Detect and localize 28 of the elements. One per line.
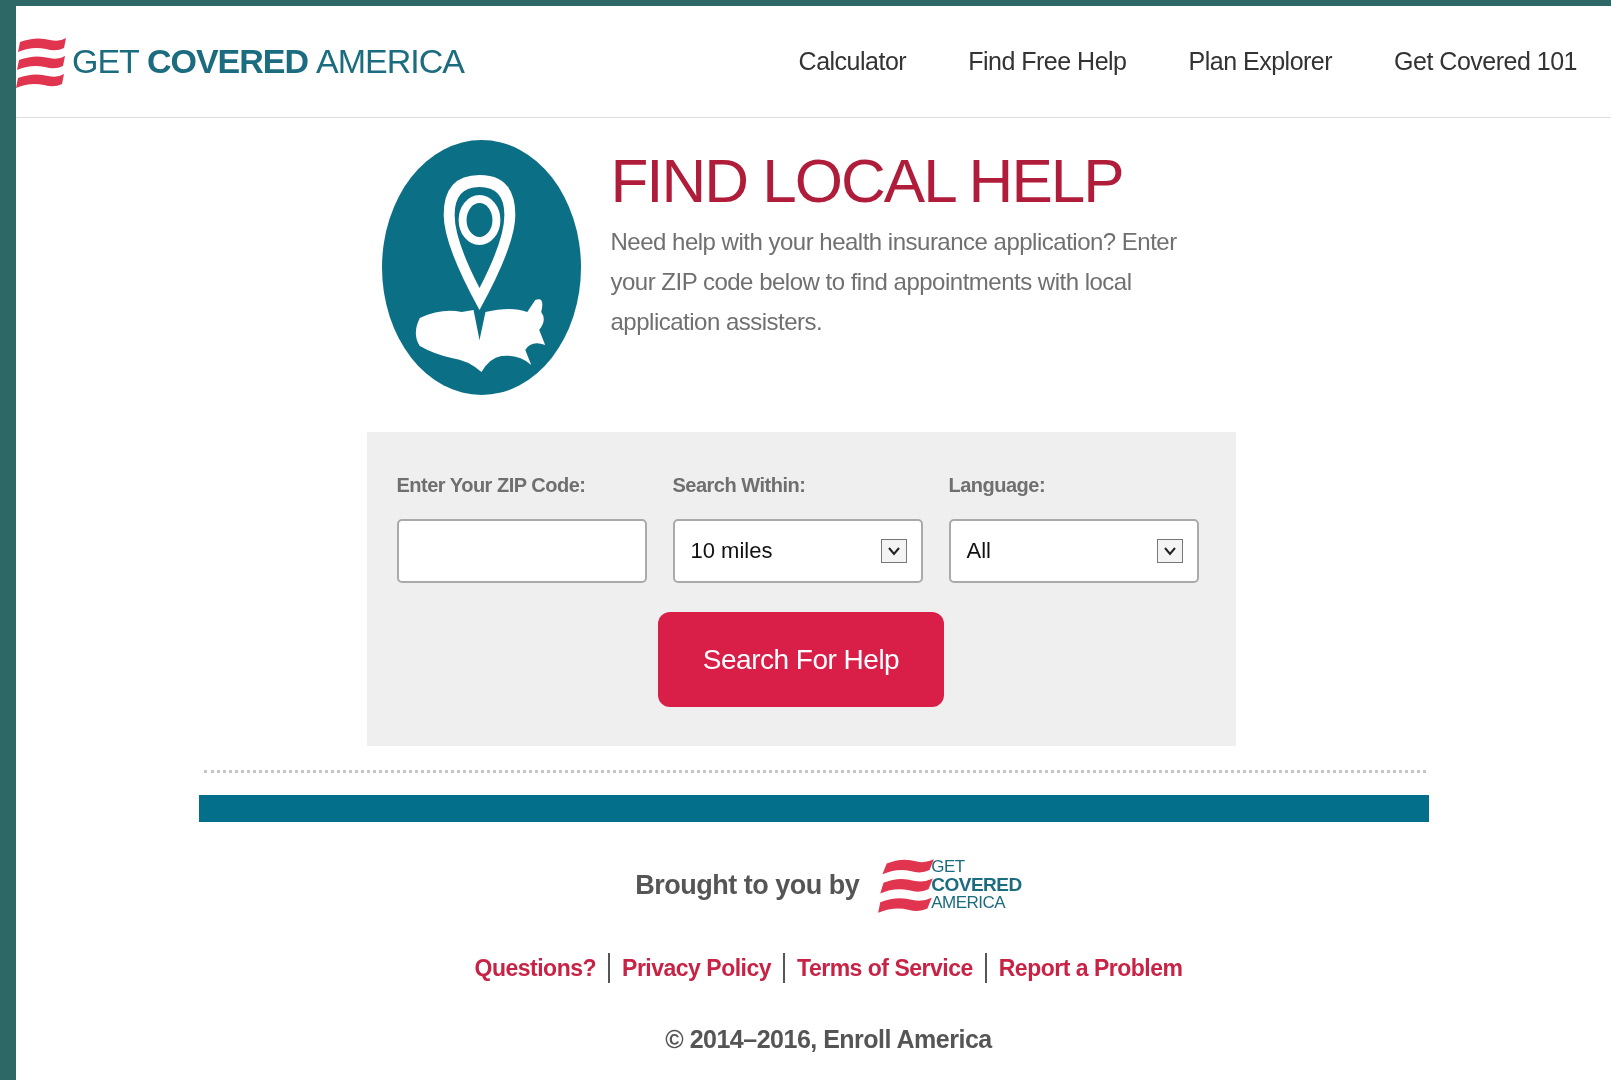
logo-word: COVERED [931, 876, 1022, 894]
field-label: Search Within: [672, 474, 807, 497]
credit-text: Brought to you by [635, 869, 860, 901]
dropdown-caret-icon [1156, 539, 1183, 563]
logo-word: COVERED [146, 42, 309, 81]
footer-link[interactable]: Report a Problem [998, 954, 1183, 982]
field-label: Enter Your ZIP Code: [396, 474, 587, 497]
nav-link[interactable]: Calculator [798, 47, 907, 76]
logo-word: AMERICA [316, 42, 464, 81]
footer-link[interactable]: Questions? [474, 954, 597, 982]
footer-link[interactable]: Privacy Policy [622, 954, 772, 982]
logo-word: GET [72, 42, 139, 81]
select-dropdown[interactable]: 10 miles [672, 519, 923, 583]
location-map-icon [381, 140, 581, 395]
copyright-text: © 2014–2016, Enroll America [664, 1025, 994, 1054]
nav-link[interactable]: Plan Explorer [1188, 47, 1333, 76]
intro-text: Need help with your health insurance application? Enter your ZIP code below to find appointments with local application assisters. [610, 227, 1178, 337]
logo-word: GET [931, 858, 966, 876]
zip-input-field[interactable] [396, 519, 647, 583]
dropdown-caret-icon [880, 539, 907, 563]
select-dropdown[interactable]: All [948, 519, 1199, 583]
search-button[interactable]: Search For Help [658, 612, 944, 707]
nav-link[interactable]: Find Free Help [968, 47, 1127, 76]
footer-link[interactable]: Terms of Service [797, 954, 973, 982]
field-label: Language: [948, 474, 1047, 497]
nav-link[interactable]: Get Covered 101 [1394, 47, 1577, 76]
logo-word: AMERICA [931, 894, 1007, 912]
page-title: FIND LOCAL HELP [610, 146, 1124, 216]
